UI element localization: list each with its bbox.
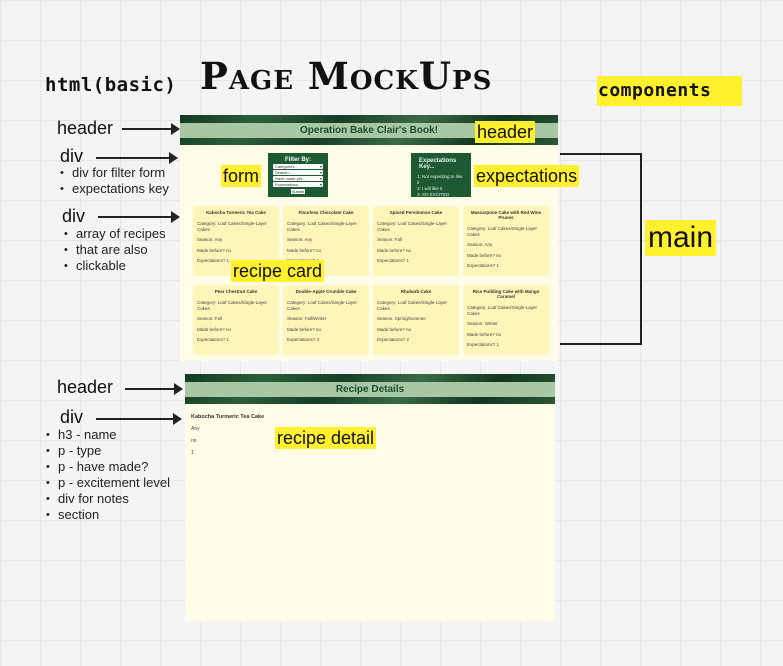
recipe-card-season: Season: Any	[467, 242, 493, 247]
title-page-mockups: Page MockUps	[200, 54, 493, 98]
recipe-card-season: Season: Any	[197, 237, 223, 242]
detail-type: Any	[191, 426, 200, 432]
arrow-header-1	[122, 123, 180, 135]
recipe-card-made: Made before? no	[287, 247, 322, 253]
recipe-card-expectations: Expectations? 1	[197, 337, 230, 342]
filter-select-have-made[interactable]: Have made yet...	[273, 176, 323, 181]
arrow-div-1	[96, 152, 178, 164]
title-components: components	[598, 80, 712, 101]
recipe-card[interactable]: Pear Chestnut Cake Category: Loaf Cakes/…	[193, 285, 279, 355]
main-bracket	[560, 153, 642, 345]
recipe-card-season: Season: Fall	[377, 237, 403, 242]
div2-bullet-text: clickable	[76, 258, 126, 273]
div2-bullet-cont: that are also	[64, 242, 166, 258]
mockup-recipe-details: Recipe Details Kabocha Turmeric Tea Cake…	[185, 374, 555, 621]
detail-made: no	[191, 438, 197, 444]
filter-submit-button[interactable]: Submit	[291, 189, 305, 194]
div1-bullet: expectations key	[60, 181, 169, 197]
recipe-card-season: Season: Any	[287, 237, 313, 242]
div3-bullet: p - have made?	[46, 459, 170, 475]
label-div-3: div	[60, 407, 84, 427]
mock2-header: Recipe Details	[185, 374, 555, 404]
recipe-card-category: Category: Loaf Cakes/Single-Layer Cakes	[467, 226, 538, 237]
recipe-card-title: Flourless Chocolate Cake	[298, 210, 354, 215]
detail-name: Kabocha Turmeric Tea Cake	[191, 414, 265, 420]
filter-select-expectations[interactable]: Expectations...	[273, 182, 323, 187]
filter-select-season[interactable]: Season...	[273, 170, 323, 175]
div2-bullet-text: that are also	[76, 242, 148, 257]
div2-bullet-cont: clickable	[64, 258, 166, 274]
recipe-card-expectations: Expectations? 1	[377, 258, 410, 263]
recipe-card-category: Category: Loaf Cakes/Single-Layer Cakes	[287, 300, 358, 311]
annotation-recipe-card: recipe card	[231, 260, 325, 282]
recipe-card-season: Season: Winter	[467, 321, 498, 326]
recipe-card-title: Pear Chestnut Cake	[214, 289, 258, 294]
recipe-detail: Kabocha Turmeric Tea Cake Any no 1	[191, 414, 264, 456]
title-html-basic: html(basic)	[45, 74, 177, 96]
recipe-card-title: Double-Apple Crumble Cake	[295, 289, 357, 294]
filter-select-categories[interactable]: Categories...	[273, 164, 323, 169]
div3-bullet-cont: section	[46, 507, 170, 523]
recipe-card-made: Made before? no	[377, 247, 412, 253]
expectations-title: Expectations Key...	[419, 158, 457, 170]
detail-excitement: 1	[191, 450, 194, 456]
annotation-main: main	[645, 220, 717, 256]
recipe-card-expectations: Expectations? 1	[467, 263, 500, 268]
div2-bullet: array of recipes	[64, 226, 166, 242]
recipe-card-category: Category: Loaf Cakes/Single-Layer Cakes	[197, 300, 268, 311]
annotation-recipe-detail: recipe detail	[275, 427, 377, 449]
recipe-card[interactable]: Rice Pudding Cake with Mango Caramel Cat…	[463, 285, 549, 355]
recipe-card-season: Season: Fall/Winter	[287, 316, 327, 321]
recipe-card-expectations: Expectations? 1	[467, 342, 500, 347]
recipe-card[interactable]: Mascarpone Cake with Red Wine Prunes Cat…	[463, 206, 549, 276]
recipe-card-expectations: Expectations? 3	[287, 337, 320, 342]
recipe-card-made: Made before? no	[287, 326, 322, 332]
label-header-2: header	[57, 377, 114, 397]
recipe-card-made: Made before? no	[377, 326, 412, 332]
mock2-header-text: Recipe Details	[185, 381, 555, 397]
recipe-card[interactable]: Rhubarb Cake Category: Loaf Cakes/Single…	[373, 285, 459, 355]
recipe-card[interactable]: Double-Apple Crumble Cake Category: Loaf…	[283, 285, 369, 355]
recipe-card-title: Rhubarb Cake	[400, 289, 432, 294]
div3-bullet-text: section	[58, 507, 100, 522]
div2-bullets: array of recipes that are also clickable	[62, 226, 166, 274]
recipe-card-category: Category: Loaf Cakes/Single-Layer Cakes	[197, 221, 268, 232]
div3-bullet: h3 - name	[46, 427, 170, 443]
arrow-header-2	[125, 383, 183, 395]
recipe-card-title: Mascarpone Cake with Red Wine Prunes	[470, 210, 542, 220]
div3-bullet: div for notes	[46, 491, 170, 507]
arrow-div-3	[96, 413, 182, 425]
recipe-card-category: Category: Loaf Cakes/Single-Layer Cakes	[287, 221, 358, 232]
label-div-2: div	[62, 206, 86, 226]
recipe-card-made: Made before? no	[197, 247, 232, 253]
annotation-header: header	[475, 121, 536, 143]
div1-bullet: div for filter form	[60, 165, 169, 181]
filter-title: Filter By:	[284, 157, 311, 163]
div3-bullet: p - excitement level	[46, 475, 170, 491]
recipe-card-made: Made before? no	[467, 331, 502, 337]
label-header-1: header	[57, 118, 114, 138]
recipe-card-title: Rice Pudding Cake with Mango Caramel	[472, 289, 540, 299]
mockup-main-page: Operation Bake Clair's Book! Filter By: …	[180, 115, 558, 361]
recipe-card-season: Season: Spring/Summer	[377, 316, 427, 321]
arrow-div-2	[98, 211, 180, 223]
div1-bullets: div for filter form expectations key	[58, 165, 169, 197]
expectations-key: Expectations Key... 1: Not expecting to …	[411, 153, 471, 197]
recipe-card-made: Made before? no	[467, 252, 502, 258]
recipe-card-category: Category: Loaf Cakes/Single-Layer Cakes	[377, 221, 448, 232]
recipe-card-category: Category: Loaf Cakes/Single-Layer Cakes	[467, 305, 538, 316]
recipe-card[interactable]: Spiced Persimmon Cake Category: Loaf Cak…	[373, 206, 459, 276]
recipe-card-category: Category: Loaf Cakes/Single-Layer Cakes	[377, 300, 448, 311]
annotation-form: form	[221, 165, 261, 187]
recipe-card-expectations: Expectations? 2	[377, 337, 410, 342]
label-div-1: div	[60, 146, 84, 166]
filter-form: Filter By: Categories... Season... Have …	[268, 153, 328, 197]
recipe-card-made: Made before? no	[197, 326, 232, 332]
recipe-card-title: Kabocha Turmeric Tea Cake	[206, 210, 266, 215]
expectations-line: 3: SO EXCITED	[417, 192, 450, 197]
div3-bullet: p - type	[46, 443, 170, 459]
recipe-card-season: Season: Fall	[197, 316, 223, 321]
recipe-card-title: Spiced Persimmon Cake	[389, 210, 443, 215]
div3-bullets: h3 - name p - type p - have made? p - ex…	[44, 427, 170, 523]
